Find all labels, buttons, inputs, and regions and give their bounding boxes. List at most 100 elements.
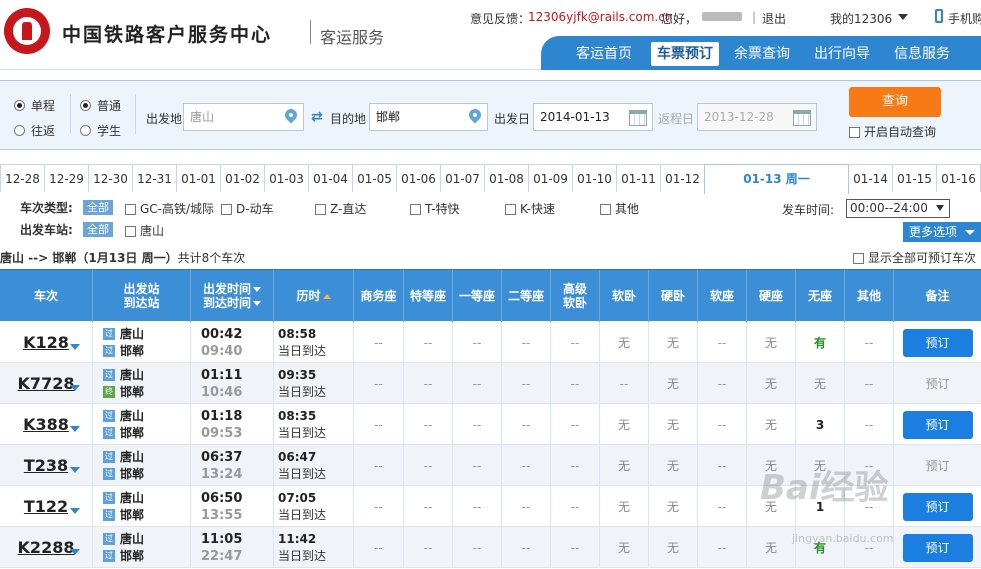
tab-remaining-tickets[interactable]: 余票查询 — [727, 42, 797, 66]
date-tab[interactable]: 12-30 — [88, 164, 133, 192]
date-tab[interactable]: 12-31 — [132, 164, 177, 192]
tab-booking[interactable]: 车票预订 — [651, 42, 719, 66]
railway-logo-icon[interactable] — [4, 8, 50, 54]
type-student-radio[interactable]: 学生 — [80, 122, 121, 139]
mobile-link[interactable]: 手机购 — [948, 10, 981, 27]
calendar-icon[interactable] — [629, 110, 647, 126]
book-button[interactable]: 预订 — [902, 328, 973, 357]
checkbox-label: GC-高铁/城际 — [140, 202, 215, 216]
seat-cell: 无 — [649, 527, 698, 568]
date-tab[interactable]: 01-11 — [616, 164, 661, 192]
date-tab-selected[interactable]: 01-13 周一 — [704, 164, 849, 194]
depart-date-input[interactable]: 2014-01-13 — [533, 103, 653, 131]
site-title[interactable]: 中国铁路客户服务中心 — [62, 20, 272, 47]
checkbox-icon — [849, 127, 860, 138]
chevron-down-icon[interactable] — [70, 508, 80, 519]
type-normal-radio[interactable]: 普通 — [80, 97, 121, 114]
date-tab[interactable]: 01-15 — [892, 164, 937, 192]
show-all-checkbox[interactable]: 显示全部可预订车次 — [853, 249, 976, 266]
seat-cell: 无 — [600, 527, 649, 568]
col-station[interactable]: 出发站 到达站 — [93, 270, 191, 322]
more-options-button[interactable]: 更多选项 — [903, 222, 981, 242]
filter-d-checkbox[interactable]: D-动车 — [221, 200, 274, 217]
train-number-link[interactable]: K388 — [23, 415, 69, 434]
col-train[interactable]: 车次 — [0, 270, 93, 322]
my12306-link[interactable]: 我的12306 — [830, 10, 892, 27]
train-number-cell[interactable]: K388 — [0, 404, 93, 445]
trip-single-radio[interactable]: 单程 — [14, 97, 55, 114]
search-button[interactable]: 查询 — [849, 87, 941, 117]
return-date-input[interactable]: 2013-12-28 — [697, 103, 817, 131]
tab-travel-guide[interactable]: 出行向导 — [807, 42, 877, 66]
swap-arrows-icon[interactable]: ⇄ — [311, 110, 327, 124]
chevron-down-icon[interactable] — [70, 426, 80, 437]
tab-info-service[interactable]: 信息服务 — [887, 42, 957, 66]
from-station-input[interactable]: 唐山 — [183, 103, 304, 131]
date-tab[interactable]: 01-09 — [528, 164, 573, 192]
book-button[interactable]: 预订 — [902, 492, 973, 521]
mobile-icon — [935, 9, 943, 23]
duration-cell: 08:35 当日到达 — [274, 404, 354, 445]
arrival-day: 当日到达 — [278, 384, 327, 399]
depart-time-select[interactable]: 00:00--24:00 — [846, 199, 950, 218]
train-number-link[interactable]: T238 — [24, 456, 68, 475]
train-number-cell[interactable]: K128 — [0, 322, 93, 363]
date-tab[interactable]: 01-14 — [848, 164, 893, 192]
date-tab[interactable]: 01-16 — [936, 164, 981, 192]
trip-round-radio[interactable]: 往返 — [14, 122, 55, 139]
col-business: 商务座 — [354, 270, 404, 322]
date-tab[interactable]: 01-04 — [308, 164, 353, 192]
book-button[interactable]: 预订 — [902, 533, 973, 562]
seat-availability: -- — [521, 540, 531, 555]
chevron-down-icon[interactable] — [70, 467, 80, 478]
train-number-cell[interactable]: K7728 — [0, 363, 93, 404]
date-tab[interactable]: 12-29 — [44, 164, 89, 192]
date-tab[interactable]: 01-10 — [572, 164, 617, 192]
train-number-cell[interactable]: T122 — [0, 486, 93, 527]
table-row: K128 过唐山过邯郸 00:42 09:40 08:58 当日到达 -- -- -- -- -- 无… — [0, 322, 981, 363]
tab-home[interactable]: 客运首页 — [569, 42, 639, 66]
seat-cell: 无 — [747, 363, 796, 404]
to-station-input[interactable]: 邯郸 — [369, 103, 488, 131]
logout-link[interactable]: 退出 — [762, 10, 786, 27]
train-number-link[interactable]: K128 — [23, 333, 69, 352]
filter-z-checkbox[interactable]: Z-直达 — [315, 200, 366, 217]
train-number-link[interactable]: T122 — [24, 497, 68, 516]
date-tab[interactable]: 01-08 — [484, 164, 529, 192]
station-all-button[interactable]: 全部 — [83, 222, 113, 237]
feedback-email-link[interactable]: 12306yjfk@rails.com.cn — [528, 10, 672, 24]
filter-k-checkbox[interactable]: K-快速 — [505, 200, 555, 217]
col-time[interactable]: 出发时间 到达时间 — [191, 270, 274, 322]
date-tab[interactable]: 01-02 — [220, 164, 265, 192]
book-button[interactable]: 预订 — [902, 410, 973, 439]
depart-station-label: 出发车站: — [20, 223, 73, 237]
train-number-link[interactable]: K7728 — [18, 374, 75, 393]
train-type-all-button[interactable]: 全部 — [83, 200, 113, 215]
arrive-time: 13:55 — [201, 507, 243, 523]
filter-other-checkbox[interactable]: 其他 — [600, 200, 639, 217]
train-number-cell[interactable]: K2288 — [0, 527, 93, 568]
chevron-down-icon[interactable] — [70, 385, 80, 396]
train-number-cell[interactable]: T238 — [0, 445, 93, 486]
filter-gc-checkbox[interactable]: GC-高铁/城际 — [125, 200, 214, 217]
col-duration[interactable]: 历时 — [274, 270, 354, 322]
seat-availability: -- — [717, 540, 727, 555]
duration: 11:42 — [278, 531, 317, 546]
filter-t-checkbox[interactable]: T-特快 — [410, 200, 460, 217]
date-tab[interactable]: 01-05 — [352, 164, 397, 192]
chevron-down-icon[interactable] — [70, 549, 80, 560]
calendar-icon[interactable] — [793, 110, 811, 126]
chevron-down-icon[interactable] — [70, 344, 80, 355]
date-tab[interactable]: 12-28 — [0, 164, 45, 192]
col-hard-seat: 硬座 — [747, 270, 796, 322]
filter-station-checkbox[interactable]: 唐山 — [125, 222, 164, 239]
date-tab[interactable]: 01-06 — [396, 164, 441, 192]
date-tab[interactable]: 01-01 — [176, 164, 221, 192]
chevron-down-icon[interactable] — [898, 14, 908, 25]
stations-cell: 过唐山过邯郸 — [93, 445, 191, 486]
date-tab[interactable]: 01-07 — [440, 164, 485, 192]
date-tab[interactable]: 01-03 — [264, 164, 309, 192]
train-number-link[interactable]: K2288 — [18, 538, 75, 557]
auto-query-checkbox[interactable]: 开启自动查询 — [849, 123, 936, 140]
date-tab[interactable]: 01-12 — [660, 164, 705, 192]
